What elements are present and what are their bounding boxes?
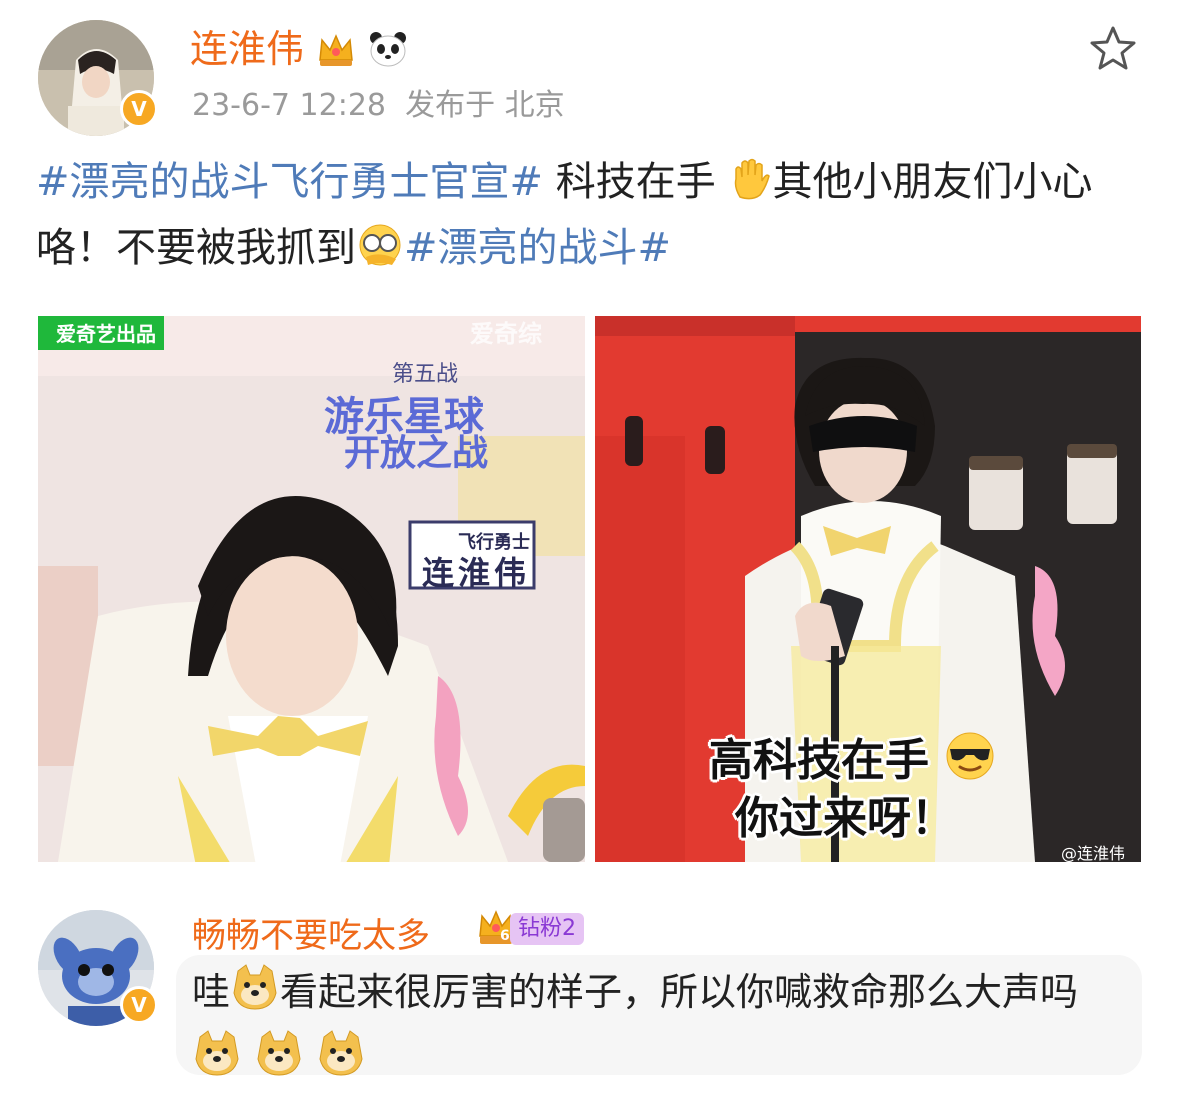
- image-watermark-2: @连淮伟: [1061, 844, 1126, 862]
- crown-icon: [316, 32, 356, 77]
- panda-icon: [368, 30, 408, 77]
- author-name[interactable]: 连淮伟: [190, 18, 408, 77]
- author-name-text: 连淮伟: [190, 27, 305, 71]
- star-outline-icon[interactable]: [1088, 24, 1138, 74]
- caption-line1-text: 高科技在手: [709, 735, 929, 786]
- facepalm-glasses-icon: [356, 223, 404, 284]
- post-timestamp: 23-6-7 12:28: [192, 88, 386, 123]
- doge-icon: [192, 1029, 242, 1094]
- fan-badge: 钻粉2: [510, 913, 584, 945]
- caption-line2: 你过来呀！: [735, 793, 955, 844]
- post-location: 发布于 北京: [405, 88, 565, 123]
- comment-text-prefix: 哇: [192, 970, 231, 1014]
- doge-icon: [316, 1029, 366, 1094]
- comment-text-main: 看起来很厉害的样子，所以你喊救命那么大声吗: [280, 970, 1079, 1014]
- doge-icon: [254, 1029, 304, 1094]
- image-watermark-right: 爱奇综: [470, 320, 542, 348]
- image-watermark: 爱奇艺出品: [56, 322, 156, 346]
- fan-badge-level: 6: [500, 928, 510, 944]
- show-title-line2: 开放之战: [344, 433, 489, 474]
- commenter-name[interactable]: 畅畅不要吃太多: [192, 908, 430, 957]
- post-image-1[interactable]: 爱奇艺出品 爱奇综 第五战 游乐星球 开放之战 飞行勇士 连淮伟: [38, 316, 585, 862]
- comment-text: 哇 看起来很厉害的样子，所以你喊救命那么大声吗: [192, 962, 1132, 1094]
- raised-hand-icon: [728, 157, 772, 218]
- post-content: #漂亮的战斗飞行勇士官宣# 科技在手 其他小朋友们小心咯！不要被我抓到 #漂亮的…: [36, 152, 1146, 284]
- post-image-2[interactable]: 高科技在手 你过来呀！ @连淮伟: [595, 316, 1141, 862]
- post-meta: 23-6-7 12:28 发布于 北京: [192, 80, 565, 124]
- hashtag-link-2[interactable]: #漂亮的战斗#: [404, 225, 671, 271]
- verified-v-icon: V: [120, 90, 158, 128]
- hashtag-link[interactable]: #漂亮的战斗飞行勇士官宣#: [36, 159, 543, 205]
- commenter-verified-icon: V: [120, 986, 158, 1024]
- post-text: 科技在手: [543, 159, 716, 205]
- role-name: 连淮伟: [422, 554, 531, 592]
- doge-icon: [230, 963, 280, 1028]
